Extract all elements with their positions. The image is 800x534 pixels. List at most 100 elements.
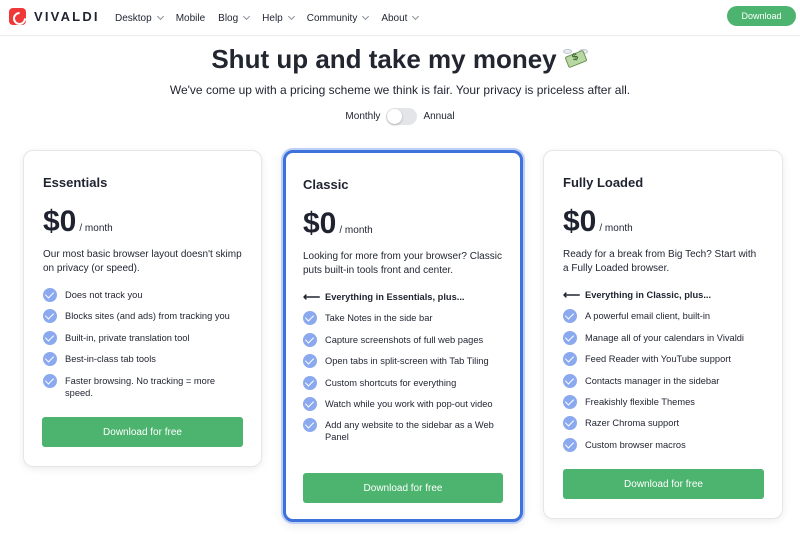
download-for-free-button[interactable]: Download for free <box>303 473 503 503</box>
money-with-wings-icon <box>562 48 589 71</box>
nav-item-label: Help <box>262 12 283 24</box>
feature-item: Feed Reader with YouTube support <box>563 352 763 367</box>
feature-item: Custom shortcuts for everything <box>303 375 503 390</box>
annual-label[interactable]: Annual <box>423 111 454 122</box>
feature-item: Capture screenshots of full web pages <box>303 332 503 347</box>
nav-item-blog[interactable]: Blog <box>218 12 251 24</box>
feature-text: Freakishly flexible Themes <box>585 396 695 407</box>
monthly-label[interactable]: Monthly <box>345 111 380 122</box>
plan-description: Ready for a break from Big Tech? Start w… <box>563 249 757 274</box>
plan-card-classic: Classic $0 / month Looking for more from… <box>283 150 523 522</box>
feature-item: Freakishly flexible Themes <box>563 394 763 409</box>
check-icon <box>303 375 317 390</box>
billing-period-switch: Monthly Annual <box>0 108 800 125</box>
billing-toggle[interactable] <box>386 108 418 125</box>
feature-text: Open tabs in split-screen with Tab Tilin… <box>325 356 489 367</box>
check-icon <box>303 311 317 326</box>
nav-item-mobile[interactable]: Mobile <box>176 13 205 24</box>
header-download-button[interactable]: Download <box>727 6 796 26</box>
plan-price: $0 / month <box>43 205 113 239</box>
feature-list: Does not track you Blocks sites (and ads… <box>43 288 243 408</box>
nav-item-label: Blog <box>218 12 239 24</box>
nav-item-label: About <box>381 12 408 24</box>
check-icon <box>43 330 57 345</box>
page-subtitle: We've come up with a pricing scheme we t… <box>169 83 631 97</box>
check-icon <box>43 352 57 367</box>
feature-text: Everything in Classic, plus... <box>585 290 712 300</box>
feature-item: Custom browser macros <box>563 437 763 452</box>
price-amount: $0 <box>43 205 77 238</box>
chevron-down-icon <box>362 12 370 21</box>
nav-item-label: Community <box>306 12 358 24</box>
vivaldi-logo[interactable]: VIVALDI <box>9 8 100 25</box>
brand-name: VIVALDI <box>34 9 100 24</box>
price-amount: $0 <box>303 207 337 240</box>
includes-previous-plan: ⟵ Everything in Classic, plus... <box>563 289 763 301</box>
nav-item-about[interactable]: About <box>381 12 420 24</box>
plan-title: Fully Loaded <box>563 175 644 190</box>
check-icon <box>303 396 317 411</box>
check-icon <box>43 373 57 388</box>
feature-item: Does not track you <box>43 288 243 302</box>
feature-item: Manage all of your calendars in Vivaldi <box>563 330 763 345</box>
main-nav: Desktop Mobile Blog Help Community About <box>115 0 431 36</box>
chevron-down-icon <box>412 12 420 21</box>
check-icon <box>43 288 57 302</box>
arrow-left-icon: ⟵ <box>563 288 581 302</box>
feature-text: Custom browser macros <box>585 439 686 450</box>
arrow-left-icon: ⟵ <box>303 290 321 304</box>
plan-card-fully-loaded: Fully Loaded $0 / month Ready for a brea… <box>543 150 783 519</box>
feature-item: Take Notes in the side bar <box>303 311 503 326</box>
chevron-down-icon <box>156 12 164 21</box>
check-icon <box>563 352 577 367</box>
chevron-down-icon <box>287 12 295 21</box>
feature-text: Watch while you work with pop-out video <box>325 398 493 409</box>
vivaldi-logo-icon <box>9 8 26 25</box>
feature-item: Blocks sites (and ads) from tracking you <box>43 309 243 324</box>
nav-item-label: Desktop <box>115 12 152 24</box>
nav-item-help[interactable]: Help <box>262 12 295 24</box>
feature-text: Best-in-class tab tools <box>65 354 156 365</box>
plan-description: Looking for more from your browser? Clas… <box>303 251 502 276</box>
check-icon <box>563 309 577 324</box>
download-for-free-button[interactable]: Download for free <box>563 469 764 499</box>
feature-item: Add any website to the sidebar as a Web … <box>303 418 503 443</box>
plan-title: Essentials <box>43 175 108 190</box>
feature-item: Built-in, private translation tool <box>43 330 243 345</box>
feature-text: A powerful email client, built-in <box>585 311 711 322</box>
check-icon <box>43 309 57 324</box>
feature-item: Open tabs in split-screen with Tab Tilin… <box>303 354 503 369</box>
chevron-down-icon <box>243 12 251 21</box>
feature-text: Custom shortcuts for everything <box>325 377 457 388</box>
check-icon <box>563 394 577 409</box>
check-icon <box>563 437 577 452</box>
feature-text: Blocks sites (and ads) from tracking you <box>65 311 230 322</box>
feature-item: Razer Chroma support <box>563 416 763 431</box>
feature-text: Capture screenshots of full web pages <box>325 334 484 345</box>
includes-previous-plan: ⟵ Everything in Essentials, plus... <box>303 291 503 303</box>
feature-text: Manage all of your calendars in Vivaldi <box>585 332 745 343</box>
feature-text: Take Notes in the side bar <box>325 313 433 324</box>
plan-price: $0 / month <box>303 207 373 241</box>
feature-text: Does not track you <box>65 290 143 300</box>
plan-card-essentials: Essentials $0 / month Our most basic bro… <box>23 150 262 467</box>
download-for-free-button[interactable]: Download for free <box>42 417 243 447</box>
feature-list: ⟵ Everything in Classic, plus... A powerf… <box>563 289 763 460</box>
feature-list: ⟵ Everything in Essentials, plus... Take … <box>303 291 503 453</box>
nav-item-label: Mobile <box>175 12 206 24</box>
plan-description: Our most basic browser layout doesn't sk… <box>43 249 242 274</box>
toggle-knob <box>387 109 403 124</box>
check-icon <box>563 330 577 345</box>
check-icon <box>563 416 577 431</box>
nav-item-desktop[interactable]: Desktop <box>115 12 164 24</box>
plan-title: Classic <box>303 177 349 192</box>
price-amount: $0 <box>563 205 597 238</box>
feature-text: Everything in Essentials, plus... <box>325 292 465 302</box>
page-title: Shut up and take my money <box>0 44 800 75</box>
price-period: / month <box>599 223 633 234</box>
feature-text: Contacts manager in the sidebar <box>585 375 720 386</box>
feature-item: Faster browsing. No tracking = more spee… <box>43 373 243 399</box>
feature-text: Razer Chroma support <box>585 418 680 429</box>
feature-text: Add any website to the sidebar as a Web … <box>325 420 494 443</box>
nav-item-community[interactable]: Community <box>306 12 370 24</box>
